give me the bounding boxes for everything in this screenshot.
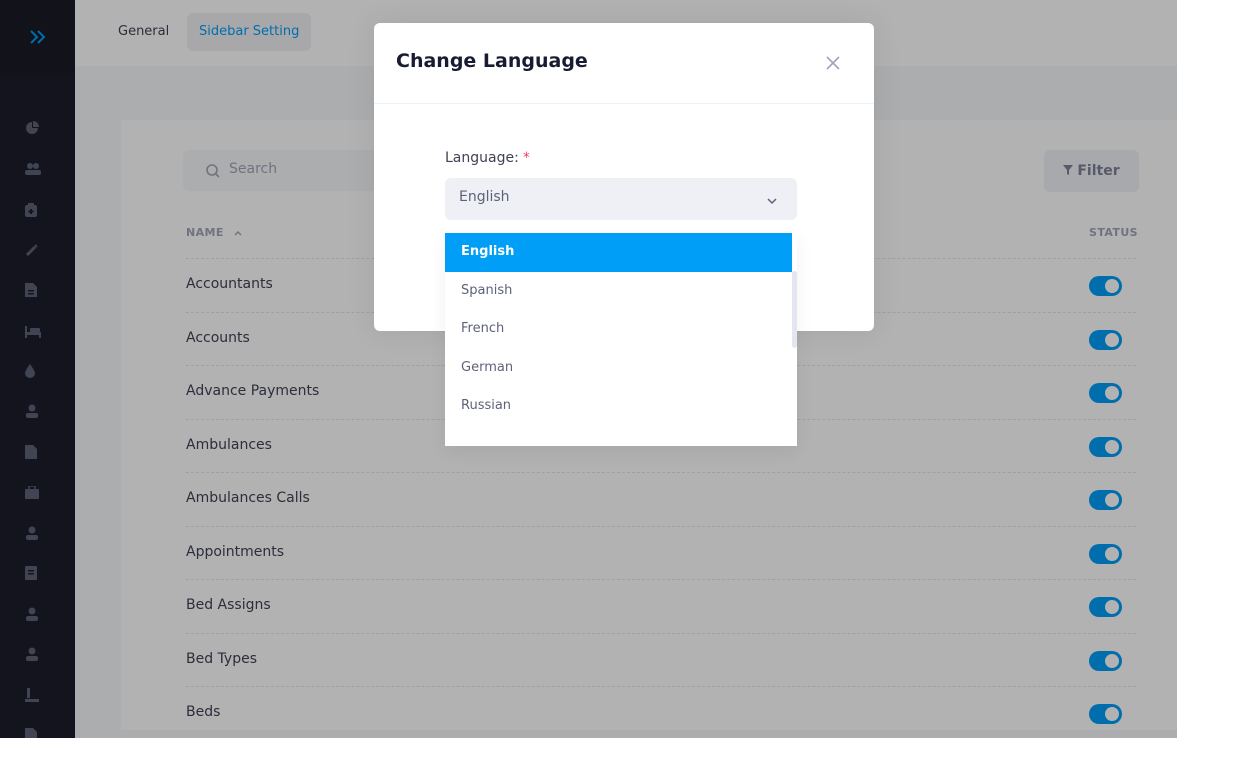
chevron-down-icon xyxy=(766,192,778,211)
language-option-german[interactable]: German xyxy=(445,349,792,388)
language-option-spanish[interactable]: Spanish xyxy=(445,272,792,311)
language-option-russian[interactable]: Russian xyxy=(445,387,792,426)
language-options: English Spanish French German Russian xyxy=(445,233,792,426)
modal-header: Change Language xyxy=(374,23,874,104)
language-select-value: English xyxy=(459,189,510,205)
language-dropdown: English Spanish French German Russian xyxy=(445,233,797,446)
dropdown-scrollbar[interactable] xyxy=(792,271,797,348)
language-field-label: Language: * xyxy=(445,150,530,166)
close-icon[interactable] xyxy=(824,54,842,72)
language-select[interactable]: English xyxy=(445,178,797,220)
language-option-french[interactable]: French xyxy=(445,310,792,349)
language-option-english[interactable]: English xyxy=(445,233,792,272)
required-marker: * xyxy=(522,150,530,166)
language-label-text: Language: xyxy=(445,150,519,166)
modal-title: Change Language xyxy=(396,50,588,72)
